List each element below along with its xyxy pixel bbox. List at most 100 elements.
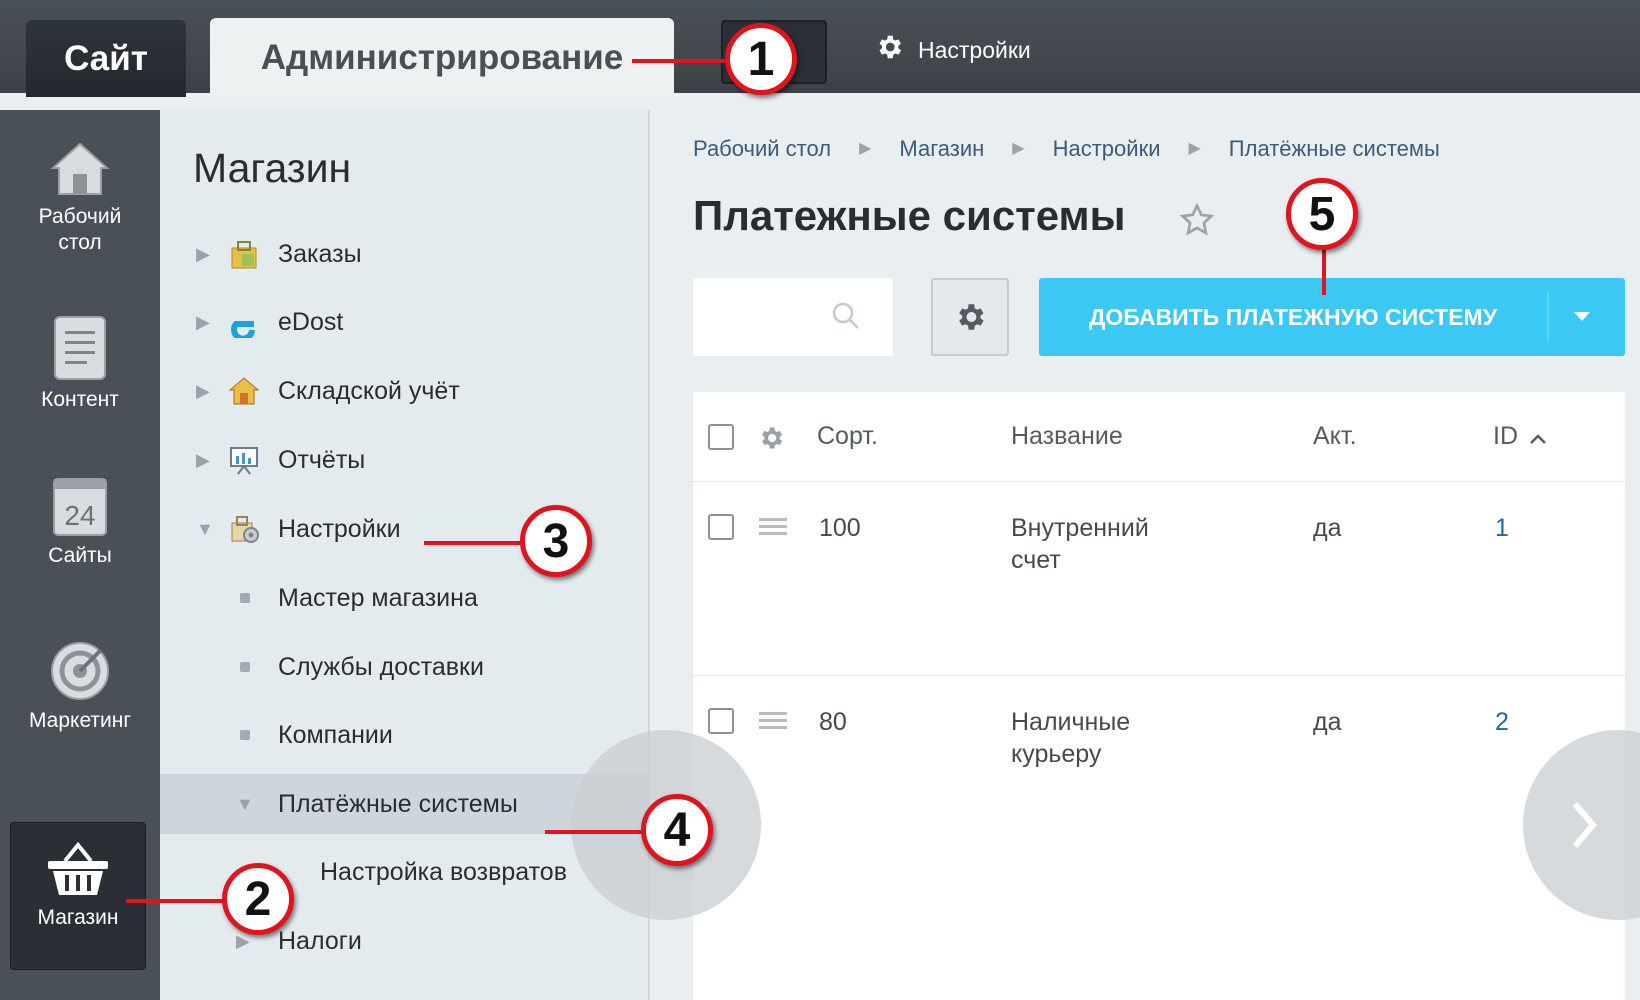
annotation-callout: 5	[1286, 178, 1358, 250]
menu-item-companies[interactable]: Компании	[160, 707, 648, 763]
drag-handle-icon[interactable]	[759, 518, 787, 536]
settings-bag-icon	[231, 516, 259, 543]
bullet-icon	[240, 662, 250, 672]
menu-item-label: Складской учёт	[278, 376, 460, 405]
search-icon	[832, 302, 859, 329]
top-settings-label: Настройки	[918, 36, 1031, 63]
column-header-sort[interactable]: Сорт.	[817, 422, 878, 451]
cell-active: да	[1313, 514, 1342, 542]
menu-item-label: Службы доставки	[278, 652, 484, 681]
gear-icon	[959, 304, 984, 330]
breadcrumb-item[interactable]: Магазин	[899, 136, 984, 162]
menu-item-warehouse[interactable]: ▶ Складской учёт	[160, 363, 648, 419]
cell-id-link[interactable]: 1	[1495, 512, 1509, 544]
rail-item-label: Магазин	[37, 906, 119, 929]
main-content: Рабочий стол ▶ Магазин ▶ Настройки ▶ Пла…	[571, 110, 1640, 1000]
rail-item-marketing[interactable]: Маркетинг	[0, 640, 160, 734]
menu-item-label: Настройки	[278, 514, 401, 543]
expand-arrow-icon[interactable]: ▶	[196, 312, 214, 333]
breadcrumb-separator-icon: ▶	[859, 140, 872, 157]
gear-icon	[874, 32, 904, 68]
cell-sort: 80	[819, 708, 847, 736]
rail-item-desktop[interactable]: Рабочий стол	[0, 140, 160, 256]
tab-site[interactable]: Сайт	[26, 20, 186, 97]
annotation-line	[126, 899, 226, 903]
filter-settings-button[interactable]	[931, 278, 1009, 356]
rail-item-label: Контент	[41, 388, 119, 411]
menu-item-label: Настройка возвратов	[320, 857, 567, 886]
expand-arrow-icon[interactable]: ▶	[196, 244, 214, 265]
menu-item-label: Заказы	[278, 239, 362, 268]
annotation-line	[545, 830, 645, 834]
annotation-line	[424, 541, 524, 545]
rail-item-label: Рабочий стол	[38, 205, 122, 254]
annotation-line	[632, 59, 730, 63]
add-payment-system-button[interactable]: ДОБАВИТЬ ПЛАТЕЖНУЮ СИСТЕМУ	[1039, 278, 1625, 356]
edost-logo-icon	[231, 321, 255, 338]
menu-item-label: Мастер магазина	[278, 583, 478, 612]
menu-item-label: Компании	[278, 720, 393, 749]
sort-asc-icon	[1530, 434, 1546, 444]
menu-item-label: Отчёты	[278, 445, 366, 474]
menu-title: Магазин	[193, 145, 352, 191]
cell-name: Наличные курьеру	[1011, 708, 1131, 768]
cell-active: да	[1313, 708, 1342, 736]
drag-handle-icon[interactable]	[759, 712, 787, 730]
breadcrumb-item[interactable]: Рабочий стол	[693, 136, 831, 162]
menu-item-reports[interactable]: ▶ Отчёты	[160, 432, 648, 488]
menu-item-edost[interactable]: ▶ eDost	[160, 294, 648, 350]
star-icon[interactable]	[1179, 202, 1215, 238]
top-settings-link[interactable]: Настройки	[874, 34, 1031, 66]
target-icon	[51, 642, 109, 700]
breadcrumb: Рабочий стол ▶ Магазин ▶ Настройки ▶ Пла…	[693, 136, 1440, 162]
rail-item-label: Сайты	[48, 544, 112, 567]
search-input[interactable]	[693, 278, 893, 356]
column-header-active[interactable]: Акт.	[1313, 422, 1357, 451]
annotation-callout: 3	[520, 505, 592, 577]
presentation-board-icon	[230, 447, 258, 475]
menu-item-label: Налоги	[278, 926, 362, 955]
document-icon	[54, 316, 106, 380]
page-title: Платежные системы	[693, 192, 1126, 239]
expand-arrow-icon[interactable]: ▶	[196, 381, 214, 402]
table-row[interactable]: 100 Внутренний счет да 1	[693, 482, 1625, 675]
breadcrumb-separator-icon: ▶	[1188, 140, 1201, 157]
cell-id-link[interactable]: 2	[1495, 706, 1509, 738]
top-bar: Сайт Администрирование Настройки	[0, 0, 1640, 97]
basket-icon	[48, 841, 108, 895]
select-all-checkbox[interactable]	[708, 424, 734, 450]
breadcrumb-item[interactable]: Платёжные системы	[1229, 136, 1440, 162]
menu-item-orders[interactable]: ▶ Заказы	[160, 226, 648, 282]
shopping-bag-icon	[231, 241, 257, 269]
column-header-name[interactable]: Название	[1011, 422, 1123, 451]
column-header-id[interactable]: ID	[1493, 422, 1518, 451]
add-button-label: ДОБАВИТЬ ПЛАТЕЖНУЮ СИСТЕМУ	[1088, 304, 1498, 330]
rail-item-shop[interactable]: Магазин	[10, 822, 146, 970]
row-checkbox[interactable]	[708, 708, 734, 734]
bullet-icon	[240, 593, 250, 603]
menu-item-label: Платёжные системы	[278, 789, 518, 818]
annotation-line	[1322, 250, 1326, 295]
collapse-arrow-icon[interactable]: ▼	[196, 519, 214, 540]
breadcrumb-separator-icon: ▶	[1012, 140, 1025, 157]
svg-text:24: 24	[64, 500, 95, 531]
rail-item-label: Маркетинг	[28, 709, 132, 732]
table-row[interactable]: 80 Наличные курьеру да 2	[693, 675, 1625, 868]
gear-icon[interactable]	[757, 424, 785, 452]
expand-arrow-icon[interactable]: ▶	[196, 450, 214, 471]
row-checkbox[interactable]	[708, 514, 734, 540]
breadcrumb-item[interactable]: Настройки	[1053, 136, 1161, 162]
tab-administration[interactable]: Администрирование	[210, 18, 674, 97]
menu-item-delivery-services[interactable]: Службы доставки	[160, 639, 648, 695]
chevron-down-icon[interactable]	[1574, 312, 1590, 321]
collapse-arrow-icon[interactable]: ▼	[236, 794, 254, 815]
calendar-24-icon: 24	[53, 478, 107, 536]
cell-sort: 100	[819, 514, 861, 542]
rail-item-content[interactable]: Контент	[0, 315, 160, 413]
house-icon	[50, 142, 110, 195]
cell-name: Внутренний счет	[1011, 514, 1149, 574]
payment-systems-table: Сорт. Название Акт. ID 100 Внутренний сч…	[693, 392, 1625, 1000]
menu-item-shop-wizard[interactable]: Мастер магазина	[160, 570, 648, 626]
rail-item-sites[interactable]: 24 Сайты	[0, 475, 160, 569]
menu-item-label: eDost	[278, 307, 344, 336]
